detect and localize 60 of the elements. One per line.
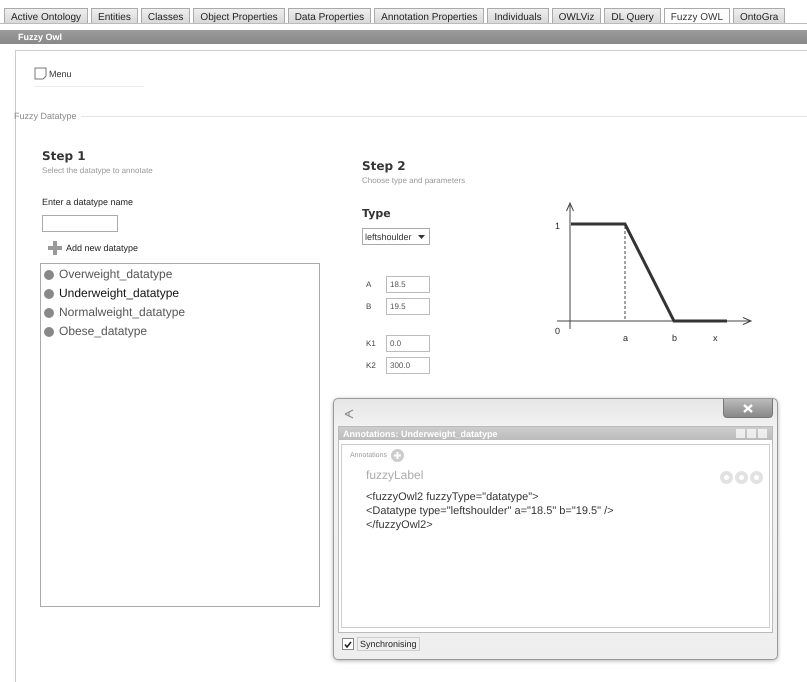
parameter-field[interactable]: 19.5 <box>386 298 430 315</box>
step-title: Step 2 <box>362 159 407 173</box>
parameter-label: K2 <box>365 361 377 370</box>
edit-icon[interactable] <box>750 471 763 484</box>
tab[interactable]: Object Properties <box>193 8 285 23</box>
datatype-name-field[interactable] <box>42 215 118 232</box>
datatype-item[interactable]: Obese_datatype <box>44 322 316 341</box>
type-dropdown[interactable]: leftshoulder <box>362 228 430 245</box>
parameter-label: K1 <box>365 339 377 348</box>
axis-label: 1 <box>555 221 560 231</box>
dot-icon <box>44 288 54 298</box>
parameter-label: B <box>365 302 372 311</box>
tab[interactable]: Entities <box>91 8 138 23</box>
parameter-field[interactable]: 0.0 <box>386 335 430 352</box>
dot-icon <box>44 326 54 336</box>
annotation-value: <fuzzyOwl2 fuzzyType="datatype"> <Datatype type="leftshoulder" a="18.5" b="19.5" /> </fuzzyOwl2> <box>366 490 615 532</box>
tab[interactable]: OWLViz <box>552 8 602 23</box>
panel-title: Fuzzy Owl <box>0 30 807 44</box>
plus-icon <box>48 241 62 255</box>
tab[interactable]: DL Query <box>604 8 661 23</box>
dot-icon <box>44 308 54 318</box>
step-subtitle: Select the datatype to annotate <box>42 166 154 175</box>
add-datatype-button[interactable]: Add new datatype <box>48 241 138 255</box>
step-subtitle: Choose type and parameters <box>362 176 466 185</box>
tab[interactable]: Individuals <box>487 8 549 23</box>
delete-icon[interactable] <box>735 471 748 484</box>
tab[interactable]: OntoGra <box>733 8 786 23</box>
dropdown-arrow-icon <box>418 234 425 238</box>
add-annotation-icon[interactable] <box>390 449 404 462</box>
checkbox-label: Synchronising <box>357 637 420 651</box>
tab[interactable]: Active Ontology <box>4 8 88 23</box>
parameter-label: A <box>365 280 372 289</box>
parameter-field[interactable]: 300.0 <box>386 357 430 374</box>
close-button[interactable] <box>723 399 773 418</box>
tab[interactable]: Classes <box>140 8 190 23</box>
dialog-header-title: Annotations: Underweight_datatype <box>343 428 498 438</box>
menu-button[interactable]: Menu <box>49 68 72 80</box>
axis-label: x <box>713 333 718 343</box>
synchronising-checkbox[interactable] <box>342 638 354 650</box>
section-title: Fuzzy Datatype <box>14 111 77 121</box>
datatype-item[interactable]: Normalweight_datatype <box>44 303 316 322</box>
annotation-info-icon[interactable] <box>720 471 733 484</box>
dot-icon <box>44 270 54 280</box>
close-icon <box>743 404 753 412</box>
step-title: Step 1 <box>42 149 87 163</box>
axis-label: 0 <box>555 326 560 336</box>
axis-label: b <box>672 333 678 343</box>
datatype-item[interactable]: Underweight_datatype <box>44 284 316 303</box>
datatype-item[interactable]: Overweight_datatype <box>44 265 316 284</box>
tab[interactable]: Annotation Properties <box>374 8 484 23</box>
field-label: Type <box>362 207 392 220</box>
field-label: Enter a datatype name <box>42 197 134 207</box>
view-buttons-icon <box>736 429 768 438</box>
app-icon <box>344 409 354 419</box>
parameter-field[interactable]: 18.5 <box>386 276 430 293</box>
tab[interactable]: Data Properties <box>288 8 372 23</box>
page-icon[interactable] <box>34 67 47 80</box>
axis-label: a <box>623 333 628 343</box>
annotation-property: fuzzyLabel <box>366 468 424 482</box>
tab[interactable]: Fuzzy OWL <box>664 8 730 23</box>
